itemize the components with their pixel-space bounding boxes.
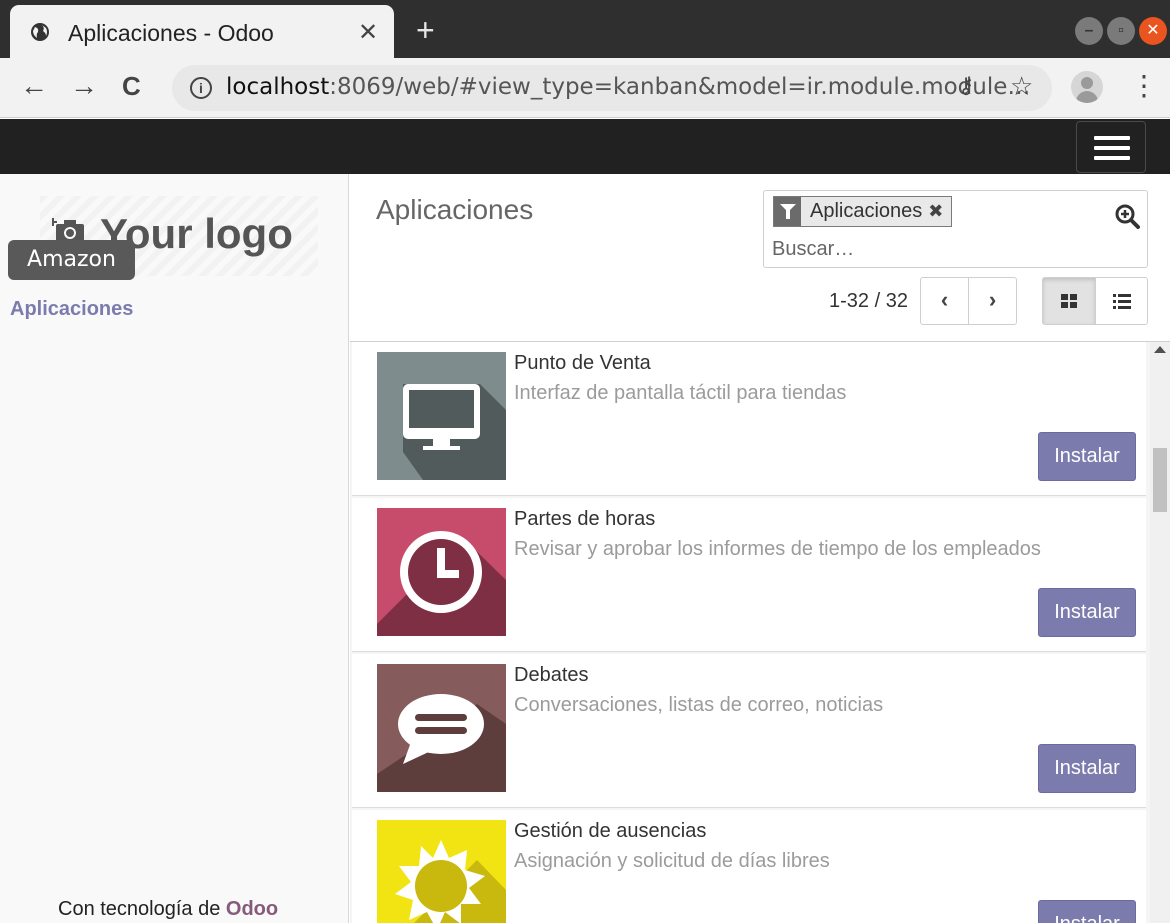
app-icon xyxy=(377,820,506,923)
hamburger-menu-button[interactable] xyxy=(1076,121,1146,173)
odoo-link[interactable]: Odoo xyxy=(226,898,278,920)
address-bar[interactable]: i localhost:8069/web/#view_type=kanban&m… xyxy=(172,65,1052,111)
control-panel: Aplicaciones Aplicaciones ✖ 1-32 / 32 ‹ … xyxy=(350,174,1170,342)
company-badge: Amazon xyxy=(8,240,135,280)
facet-remove-icon[interactable]: ✖ xyxy=(928,201,951,222)
app-name: Punto de Venta xyxy=(514,352,651,374)
reload-button[interactable]: C xyxy=(122,70,141,102)
maximize-window-button[interactable]: ▫ xyxy=(1107,17,1135,45)
globe-icon xyxy=(31,23,49,41)
app-name: Gestión de ausencias xyxy=(514,820,707,842)
tab-close-icon[interactable]: ✕ xyxy=(358,18,378,47)
app-icon xyxy=(377,508,506,636)
scroll-up-arrow-icon[interactable] xyxy=(1154,346,1166,353)
pager-buttons: ‹ › xyxy=(920,277,1017,325)
kanban-view: Punto de Venta Interfaz de pantalla táct… xyxy=(350,342,1170,923)
browser-menu-icon[interactable]: ⋮ xyxy=(1130,70,1158,102)
back-button[interactable]: ← xyxy=(20,70,48,102)
scrollbar-thumb[interactable] xyxy=(1153,448,1167,512)
new-tab-button[interactable]: + xyxy=(416,10,435,50)
clock-icon xyxy=(377,508,506,636)
password-key-icon[interactable]: ⚷ xyxy=(958,73,974,99)
search-options-toggle-icon[interactable] xyxy=(1114,203,1140,229)
browser-toolbar: ← → C i localhost:8069/web/#view_type=ka… xyxy=(0,58,1170,118)
app-card[interactable]: Partes de horas Revisar y aprobar los in… xyxy=(352,498,1146,652)
browser-tab[interactable]: Aplicaciones - Odoo ✕ xyxy=(10,5,394,58)
pager-previous-button[interactable]: ‹ xyxy=(921,278,968,324)
pager-next-button[interactable]: › xyxy=(968,278,1016,324)
window-controls: – ▫ ✕ xyxy=(1075,17,1167,47)
kanban-view-button[interactable] xyxy=(1043,278,1095,324)
install-button[interactable]: Instalar xyxy=(1038,744,1136,793)
tab-title: Aplicaciones - Odoo xyxy=(68,20,274,46)
forward-button[interactable]: → xyxy=(70,70,98,102)
url-host: localhost xyxy=(226,74,330,100)
chat-bubble-icon xyxy=(377,664,506,792)
install-button[interactable]: Instalar xyxy=(1038,588,1136,637)
powered-by-prefix: Con tecnología de xyxy=(58,898,226,920)
search-box[interactable]: Aplicaciones ✖ xyxy=(763,190,1148,268)
view-switcher xyxy=(1042,277,1148,325)
odoo-main-navbar xyxy=(0,119,1170,174)
monitor-icon xyxy=(377,352,506,480)
kanban-grid-icon xyxy=(1061,294,1077,308)
pager-value[interactable]: 1-32 / 32 xyxy=(829,290,908,313)
app-name: Partes de horas xyxy=(514,508,656,530)
profile-avatar-icon[interactable] xyxy=(1071,71,1103,103)
app-summary: Conversaciones, listas de correo, notici… xyxy=(514,694,884,716)
app-summary: Revisar y aprobar los informes de tiempo… xyxy=(514,538,1041,560)
sidebar-item-aplicaciones[interactable]: Aplicaciones xyxy=(10,298,133,321)
search-facet[interactable]: Aplicaciones ✖ xyxy=(773,196,953,227)
facet-label: Aplicaciones xyxy=(810,200,923,222)
app-icon xyxy=(377,352,506,480)
sidebar: Your logo Amazon Aplicaciones Con tecnol… xyxy=(0,174,349,923)
minimize-window-button[interactable]: – xyxy=(1075,17,1103,45)
scrollbar[interactable] xyxy=(1150,342,1170,923)
browser-tab-bar: Aplicaciones - Odoo ✕ + – ▫ ✕ xyxy=(0,0,1170,58)
app-card[interactable]: Debates Conversaciones, listas de correo… xyxy=(352,654,1146,808)
app-name: Debates xyxy=(514,664,589,686)
bookmark-star-icon[interactable]: ☆ xyxy=(1010,71,1033,102)
app-card[interactable]: Gestión de ausencias Asignación y solici… xyxy=(352,810,1146,923)
app-summary: Asignación y solicitud de días libres xyxy=(514,850,830,872)
site-info-icon[interactable]: i xyxy=(190,77,212,99)
sun-icon xyxy=(377,820,506,923)
list-icon xyxy=(1113,294,1131,309)
close-window-button[interactable]: ✕ xyxy=(1139,17,1167,45)
app-icon xyxy=(377,664,506,792)
filter-icon xyxy=(774,197,801,226)
install-button[interactable]: Instalar xyxy=(1038,900,1136,923)
list-view-button[interactable] xyxy=(1095,278,1148,324)
search-input[interactable] xyxy=(772,235,1072,263)
powered-by: Con tecnología de Odoo xyxy=(58,898,278,921)
install-button[interactable]: Instalar xyxy=(1038,432,1136,481)
breadcrumb: Aplicaciones xyxy=(376,194,534,225)
url-text[interactable]: localhost:8069/web/#view_type=kanban&mod… xyxy=(226,74,1030,100)
app-card[interactable]: Punto de Venta Interfaz de pantalla táct… xyxy=(352,342,1146,496)
url-path: :8069/web/#view_type=kanban&model=ir.mod… xyxy=(329,74,1031,100)
app-summary: Interfaz de pantalla táctil para tiendas xyxy=(514,382,847,404)
